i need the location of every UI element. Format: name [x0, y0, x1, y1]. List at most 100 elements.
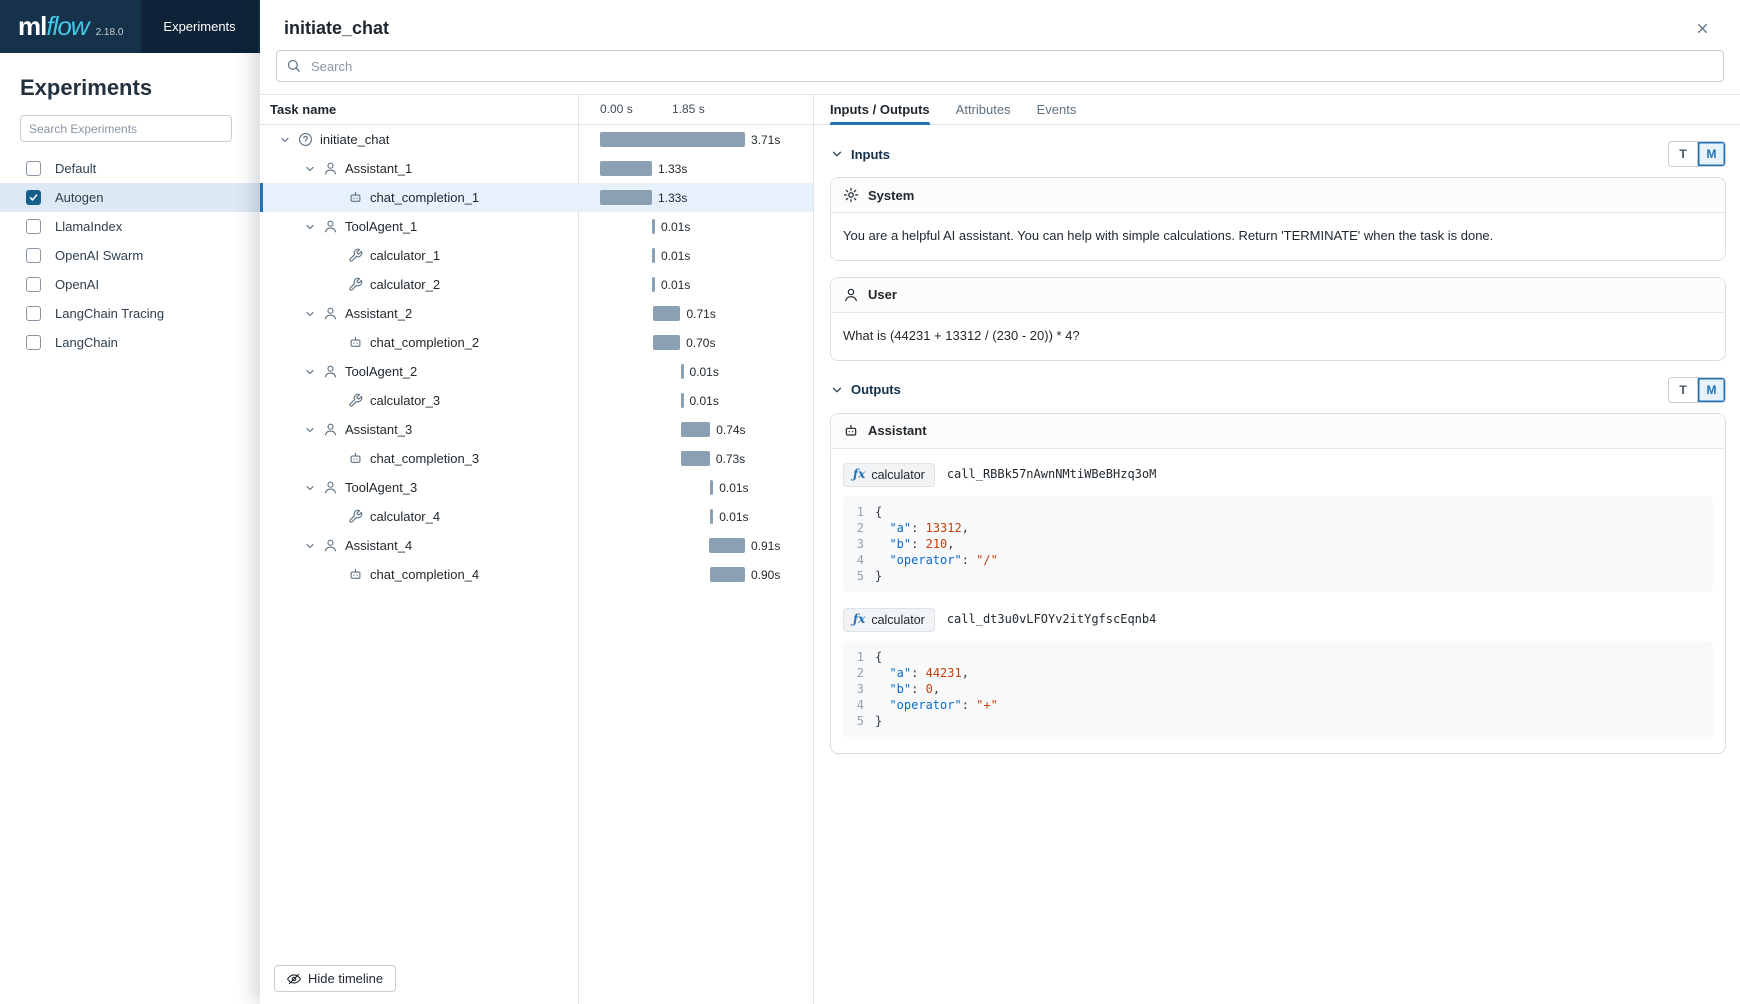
tab-events[interactable]: Events	[1037, 95, 1077, 124]
task-name: Assistant_3	[345, 422, 412, 437]
task-row-toolagent-2[interactable]: ToolAgent_2 0.01s	[260, 357, 813, 386]
experiment-label: Autogen	[55, 190, 103, 205]
function-badge: ƒxcalculator	[843, 463, 935, 487]
chevron-down-icon[interactable]	[301, 305, 319, 323]
function-name: calculator	[871, 466, 925, 484]
task-row-chat-completion-2[interactable]: chat_completion_20.70s	[260, 328, 813, 357]
raw-text-toggle-button[interactable]: T	[1669, 378, 1697, 402]
task-name: calculator_2	[370, 277, 440, 292]
indent-spacer	[326, 334, 344, 352]
tool-icon	[348, 393, 363, 408]
tool-arguments-code: 1{2 "a": 13312,3 "b": 210,4 "operator": …	[843, 496, 1713, 592]
task-name: Assistant_1	[345, 161, 412, 176]
experiment-label: OpenAI Swarm	[55, 248, 143, 263]
eye-off-icon	[287, 972, 301, 986]
experiment-item-llamaindex[interactable]: LlamaIndex	[0, 212, 260, 241]
duration-label: 0.74s	[716, 423, 745, 437]
tab-attributes[interactable]: Attributes	[956, 95, 1011, 124]
markdown-toggle-button[interactable]: M	[1697, 142, 1725, 166]
tool-call-id: call_RBBk57nAwnNMtiWBeBHzq3oM	[947, 466, 1157, 483]
duration-label: 0.70s	[686, 336, 715, 350]
task-row-assistant-3[interactable]: Assistant_3 0.74s	[260, 415, 813, 444]
duration-bar	[681, 393, 684, 408]
task-tree: initiate_chat3.71sAssistant_11.33schat_c…	[260, 125, 813, 953]
task-row-assistant-2[interactable]: Assistant_20.71s	[260, 299, 813, 328]
timeline-footer: Hide timeline	[260, 953, 813, 1004]
task-row-toolagent-1[interactable]: ToolAgent_10.01s	[260, 212, 813, 241]
chat-model-icon	[348, 335, 363, 350]
chevron-down-icon[interactable]	[830, 383, 844, 397]
assistant-icon	[843, 423, 859, 439]
duration-label: 0.01s	[661, 278, 690, 292]
experiment-label: OpenAI	[55, 277, 99, 292]
duration-bar	[600, 190, 652, 205]
experiment-checkbox[interactable]	[26, 248, 41, 263]
indent-spacer	[326, 450, 344, 468]
function-badge: ƒxcalculator	[843, 608, 935, 632]
task-name: chat_completion_3	[370, 451, 479, 466]
experiments-search-input[interactable]	[20, 115, 232, 142]
tab-inputs-outputs[interactable]: Inputs / Outputs	[830, 95, 930, 124]
experiment-checkbox[interactable]	[26, 219, 41, 234]
experiment-item-openai[interactable]: OpenAI	[0, 270, 260, 299]
inputs-section-label: Inputs	[851, 147, 890, 162]
duration-bar	[653, 306, 681, 321]
chevron-down-icon[interactable]	[301, 537, 319, 555]
agent-icon	[323, 306, 338, 321]
outputs-cards: Assistant ƒxcalculator call_RBBk57nAwnNMti…	[830, 413, 1726, 754]
experiment-checkbox[interactable]	[26, 161, 41, 176]
experiment-item-langchain[interactable]: LangChain	[0, 328, 260, 357]
nav-tab-experiments[interactable]: Experiments	[141, 0, 257, 53]
raw-text-toggle-button[interactable]: T	[1669, 142, 1697, 166]
indent-spacer	[326, 276, 344, 294]
duration-label: 0.01s	[661, 249, 690, 263]
chevron-down-icon[interactable]	[276, 131, 294, 149]
duration-label: 0.01s	[690, 365, 719, 379]
task-name: calculator_3	[370, 393, 440, 408]
outputs-section-label: Outputs	[851, 382, 901, 397]
duration-label: 0.90s	[751, 568, 780, 582]
task-row-calculator-4[interactable]: calculator_40.01s	[260, 502, 813, 531]
chevron-down-icon[interactable]	[301, 421, 319, 439]
task-row-calculator-2[interactable]: calculator_2 0.01s	[260, 270, 813, 299]
task-row-initiate-chat[interactable]: initiate_chat3.71s	[260, 125, 813, 154]
task-row-assistant-4[interactable]: Assistant_40.91s	[260, 531, 813, 560]
chevron-down-icon[interactable]	[301, 479, 319, 497]
experiment-checkbox[interactable]	[26, 335, 41, 350]
markdown-toggle-button[interactable]: M	[1697, 378, 1725, 402]
duration-bar	[652, 219, 655, 234]
question-circle-icon	[298, 132, 313, 147]
task-name: ToolAgent_2	[345, 364, 417, 379]
page-title: Experiments	[20, 75, 260, 101]
message-text: You are a helpful AI assistant. You can …	[843, 228, 1493, 243]
task-row-toolagent-3[interactable]: ToolAgent_30.01s	[260, 473, 813, 502]
details-tabs: Inputs / Outputs Attributes Events	[814, 95, 1740, 125]
task-row-chat-completion-4[interactable]: chat_completion_40.90s	[260, 560, 813, 589]
line-number: 4	[843, 697, 875, 713]
mlflow-logo[interactable]: mlflow 2.18.0	[0, 11, 141, 42]
task-row-chat-completion-3[interactable]: chat_completion_30.73s	[260, 444, 813, 473]
message-role: Assistant	[868, 423, 927, 438]
chevron-down-icon[interactable]	[830, 147, 844, 161]
experiment-item-default[interactable]: Default	[0, 154, 260, 183]
experiment-item-openai-swarm[interactable]: OpenAI Swarm	[0, 241, 260, 270]
experiment-checkbox[interactable]	[26, 190, 41, 205]
logo-flow: flow	[46, 11, 88, 42]
experiment-checkbox[interactable]	[26, 306, 41, 321]
trace-search-input[interactable]	[276, 50, 1724, 82]
hide-timeline-button[interactable]: Hide timeline	[274, 965, 396, 992]
task-row-calculator-1[interactable]: calculator_10.01s	[260, 241, 813, 270]
experiment-item-langchain-tracing[interactable]: LangChain Tracing	[0, 299, 260, 328]
experiment-item-autogen[interactable]: Autogen	[0, 183, 260, 212]
chevron-down-icon[interactable]	[301, 363, 319, 381]
task-row-chat-completion-1[interactable]: chat_completion_11.33s	[260, 183, 813, 212]
close-button[interactable]	[1688, 14, 1716, 42]
experiments-sidebar: Experiments Default Autogen LlamaIndex Open…	[0, 53, 260, 1004]
chevron-down-icon[interactable]	[301, 218, 319, 236]
chevron-down-icon[interactable]	[301, 160, 319, 178]
trace-timeline-pane: Task name 0.00 s 1.85 s initiate_chat3.7…	[260, 95, 814, 1004]
task-row-assistant-1[interactable]: Assistant_11.33s	[260, 154, 813, 183]
task-row-calculator-3[interactable]: calculator_30.01s	[260, 386, 813, 415]
experiment-checkbox[interactable]	[26, 277, 41, 292]
duration-bar	[653, 335, 680, 350]
